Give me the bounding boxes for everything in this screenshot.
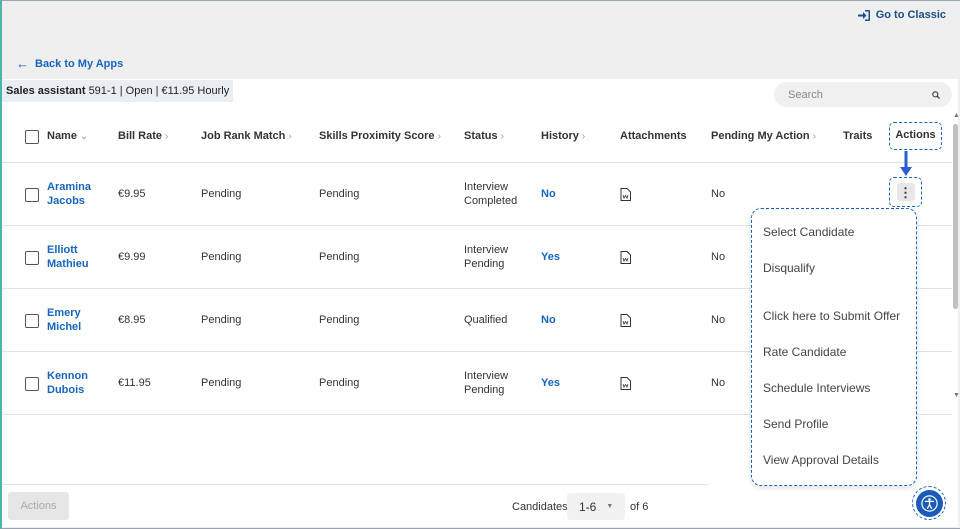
col-skills-proximity[interactable]: Skills Proximity Score › [319, 130, 441, 142]
col-attachments: Attachments [620, 130, 687, 142]
bill-rate: €9.95 [118, 188, 146, 200]
skills-proximity: Pending [319, 188, 360, 200]
chevron-right-icon: › [581, 131, 586, 142]
chevron-down-icon: ⌄ [79, 131, 89, 142]
scroll-down-icon[interactable]: ▼ [953, 392, 960, 399]
col-actions: Actions [889, 122, 942, 150]
menu-item-disqualify[interactable]: Disqualify [763, 261, 815, 275]
job-rank-match: Pending [201, 251, 242, 263]
row-checkbox[interactable] [25, 251, 39, 265]
chevron-right-icon: › [437, 131, 441, 142]
back-link-label: Back to My Apps [35, 57, 124, 70]
history-link[interactable]: Yes [541, 376, 560, 390]
accessibility-button[interactable] [912, 486, 946, 520]
col-bill-rate[interactable]: Bill Rate › [118, 130, 168, 142]
bill-rate: €8.95 [118, 314, 146, 326]
bulk-actions-button[interactable]: Actions [8, 492, 69, 520]
history-link[interactable]: No [541, 313, 556, 327]
row-checkbox[interactable] [25, 377, 39, 391]
skills-proximity: Pending [319, 251, 360, 263]
row-checkbox[interactable] [25, 188, 39, 202]
search-icon[interactable] [932, 89, 940, 101]
bill-rate: €9.99 [118, 251, 146, 263]
arrow-left-icon: ← [16, 56, 29, 71]
col-name[interactable]: Name ⌄ [47, 130, 88, 142]
sign-in-icon [857, 9, 870, 21]
history-link[interactable]: No [541, 187, 556, 201]
arrow-down-icon [900, 151, 912, 176]
row-actions-button[interactable]: ⋮ [889, 177, 922, 207]
history-link[interactable]: Yes [541, 250, 560, 264]
footer-divider [2, 484, 708, 485]
chevron-right-icon: › [812, 131, 816, 142]
skills-proximity: Pending [319, 314, 360, 326]
pending-my-action: No [711, 377, 726, 389]
page-range-value: 1-6 [579, 499, 597, 514]
job-details: 591-1 | Open | €11.95 Hourly [88, 85, 230, 97]
go-to-classic-link[interactable]: Go to Classic [857, 9, 946, 21]
candidates-label: Candidates [512, 501, 568, 513]
bill-rate: €11.95 [118, 377, 151, 389]
table-scrollbar[interactable]: ▲ ▼ [951, 112, 960, 402]
status: Interview Completed [464, 181, 518, 207]
skills-proximity: Pending [319, 377, 360, 389]
job-rank-match: Pending [201, 188, 242, 200]
go-to-classic-label: Go to Classic [875, 9, 946, 21]
menu-item-submit-offer[interactable]: Click here to Submit Offer [763, 309, 900, 323]
col-job-rank-match[interactable]: Job Rank Match › [201, 130, 292, 142]
menu-item-rate-candidate[interactable]: Rate Candidate [763, 345, 846, 359]
chevron-down-icon: ▼ [606, 503, 614, 510]
menu-item-schedule-interviews[interactable]: Schedule Interviews [763, 381, 870, 395]
document-icon[interactable] [620, 251, 631, 264]
menu-item-select-candidate[interactable]: Select Candidate [763, 225, 854, 239]
candidate-name-link[interactable]: Elliott Mathieu [47, 243, 97, 271]
col-status[interactable]: Status › [464, 130, 504, 142]
document-icon[interactable] [620, 377, 631, 390]
col-traits: Traits [843, 130, 873, 142]
status: Qualified [464, 314, 508, 326]
menu-item-send-profile[interactable]: Send Profile [763, 417, 828, 431]
search-box[interactable] [774, 82, 952, 107]
chevron-right-icon: › [500, 131, 504, 142]
status: Interview Pending [464, 244, 509, 270]
total-count-label: of 6 [630, 501, 649, 513]
col-pending-my-action[interactable]: Pending My Action › [711, 130, 816, 142]
row-checkbox[interactable] [25, 314, 39, 328]
document-icon[interactable] [620, 314, 631, 327]
select-all-checkbox[interactable] [25, 130, 39, 144]
candidate-name-link[interactable]: Emery Michel [47, 306, 97, 334]
table-header: Name ⌄ Bill Rate › Job Rank Match › Skills … [2, 112, 952, 163]
col-history[interactable]: History › [541, 130, 585, 142]
document-icon[interactable] [620, 188, 631, 201]
scroll-up-icon[interactable]: ▲ [953, 112, 960, 119]
candidate-name-link[interactable]: Aramina Jacobs [47, 180, 97, 208]
job-title: Sales assistant [6, 85, 86, 97]
job-rank-match: Pending [201, 314, 242, 326]
status: Interview Pending [464, 370, 509, 396]
job-rank-match: Pending [201, 377, 242, 389]
menu-item-view-approval-details[interactable]: View Approval Details [763, 453, 879, 467]
search-input[interactable] [786, 87, 932, 102]
job-summary: Sales assistant 591-1 | Open | €11.95 Ho… [2, 80, 234, 102]
page-range-select[interactable]: 1-6 ▼ [567, 493, 625, 520]
pending-my-action: No [711, 251, 726, 263]
chevron-right-icon: › [165, 131, 169, 142]
kebab-menu-icon: ⋮ [896, 183, 915, 201]
pending-my-action: No [711, 188, 726, 200]
chevron-right-icon: › [288, 131, 292, 142]
accessibility-icon [915, 489, 943, 517]
candidate-name-link[interactable]: Kennon Dubois [47, 369, 97, 397]
scrollbar-thumb[interactable] [953, 124, 958, 309]
back-to-my-apps-link[interactable]: ← Back to My Apps [16, 56, 123, 71]
row-actions-menu: Select Candidate Disqualify Click here t… [751, 208, 917, 486]
pending-my-action: No [711, 314, 726, 326]
